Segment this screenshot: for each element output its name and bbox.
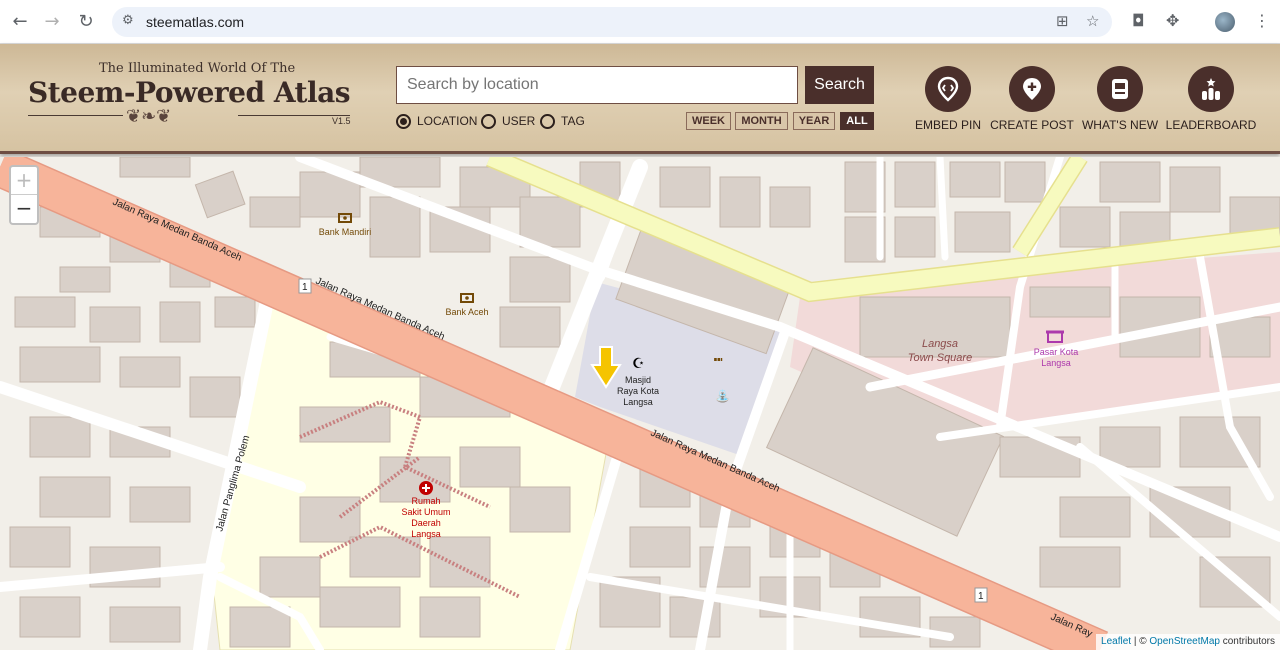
- search-button[interactable]: Search: [805, 66, 874, 104]
- star-icon[interactable]: ☆: [1086, 12, 1099, 30]
- site-header: The Illuminated World Of The Steem-Power…: [0, 44, 1280, 154]
- profile-avatar[interactable]: [1215, 12, 1235, 32]
- add-pin-icon[interactable]: [1009, 66, 1055, 112]
- route-shield: 1: [298, 278, 312, 294]
- radio-unselected-icon[interactable]: [481, 113, 496, 129]
- hospital-icon: [419, 481, 433, 495]
- restaurant-icon: ⑉: [714, 349, 723, 365]
- poi-label: Raya Kota: [617, 386, 659, 396]
- poi-label: Bank Mandiri: [319, 227, 372, 237]
- translate-icon[interactable]: ⊞: [1056, 12, 1069, 30]
- route-shield-label: 1: [978, 591, 984, 602]
- radio-label: TAG: [561, 114, 585, 128]
- map-tiles[interactable]: ☪ ⑉ ⛲ 1 1 Jalan Raya Medan Banda Aceh Ja…: [0, 157, 1280, 650]
- area-label: Langsa: [922, 338, 958, 350]
- zoom-control: + −: [9, 165, 39, 225]
- logo-title[interactable]: Steem-Powered Atlas: [28, 76, 351, 109]
- back-icon[interactable]: ←: [8, 10, 32, 34]
- range-week-button[interactable]: WEEK: [686, 112, 731, 130]
- radio-location[interactable]: LOCATION: [396, 113, 477, 129]
- leaderboard-icon[interactable]: [1188, 66, 1234, 112]
- notes-icon[interactable]: [1097, 66, 1143, 112]
- extensions-icon[interactable]: ✥: [1166, 11, 1179, 30]
- browser-toolbar: ← → ↻ ⚙ steematlas.com ⊞ ☆ ◘ ✥ ⋮: [0, 0, 1280, 44]
- poi-label: Langsa: [1041, 358, 1071, 368]
- poi-label: Masjid: [625, 375, 651, 385]
- radio-label: USER: [502, 114, 536, 128]
- poi-label: Langsa: [623, 397, 653, 407]
- logo-divider: [28, 115, 123, 116]
- search-input[interactable]: Search by location: [396, 66, 798, 104]
- poi-label: Sakit Umum: [401, 507, 450, 517]
- range-month-button[interactable]: MONTH: [735, 112, 788, 130]
- zoom-out-button[interactable]: −: [11, 195, 37, 223]
- radio-selected-icon[interactable]: [396, 113, 411, 129]
- radio-unselected-icon[interactable]: [540, 113, 555, 129]
- site-info-icon[interactable]: ⚙: [122, 13, 134, 28]
- area-label: Town Square: [908, 352, 972, 364]
- reload-icon[interactable]: ↻: [74, 10, 98, 34]
- poi-label: Langsa: [411, 529, 441, 539]
- route-shield: 1: [974, 587, 988, 603]
- leaderboard-label: LEADERBOARD: [1165, 118, 1257, 132]
- fountain-icon: ⛲: [715, 389, 730, 403]
- forward-icon[interactable]: →: [40, 10, 64, 34]
- attribution-separator: | ©: [1131, 636, 1150, 647]
- menu-icon[interactable]: ⋮: [1254, 11, 1270, 30]
- map-attribution: Leaflet | © OpenStreetMap contributors: [1096, 634, 1280, 650]
- ornament-icon: ❦❧❦: [126, 106, 172, 127]
- poi-label: Daerah: [411, 518, 441, 528]
- address-bar[interactable]: ⚙ steematlas.com ⊞ ☆: [112, 7, 1112, 37]
- url-text[interactable]: steematlas.com: [146, 14, 244, 30]
- osm-link[interactable]: OpenStreetMap: [1149, 636, 1220, 647]
- radio-user[interactable]: USER: [481, 113, 535, 129]
- zoom-in-button[interactable]: +: [11, 167, 37, 195]
- poi-label: Pasar Kota: [1034, 347, 1079, 357]
- map-view[interactable]: ☪ ⑉ ⛲ 1 1 Jalan Raya Medan Banda Aceh Ja…: [0, 157, 1280, 650]
- attribution-suffix: contributors: [1219, 636, 1275, 647]
- poi-label: Bank Aceh: [445, 307, 488, 317]
- poi-label: Rumah: [411, 496, 440, 506]
- pin-icon[interactable]: [925, 66, 971, 112]
- version-label: V1.5: [332, 116, 351, 126]
- leaflet-link[interactable]: Leaflet: [1101, 636, 1131, 647]
- logo-subtitle: The Illuminated World Of The: [99, 61, 296, 76]
- range-all-button[interactable]: ALL: [840, 112, 874, 130]
- bank-aceh-icon: [460, 293, 474, 303]
- range-year-button[interactable]: YEAR: [793, 112, 835, 130]
- camera-icon[interactable]: ◘: [1132, 11, 1145, 30]
- route-shield-label: 1: [302, 282, 308, 293]
- radio-label: LOCATION: [417, 114, 478, 128]
- radio-tag[interactable]: TAG: [540, 113, 585, 129]
- leaderboard-button[interactable]: LEADERBOARD: [1156, 66, 1266, 132]
- mosque-icon: ☪: [632, 356, 645, 372]
